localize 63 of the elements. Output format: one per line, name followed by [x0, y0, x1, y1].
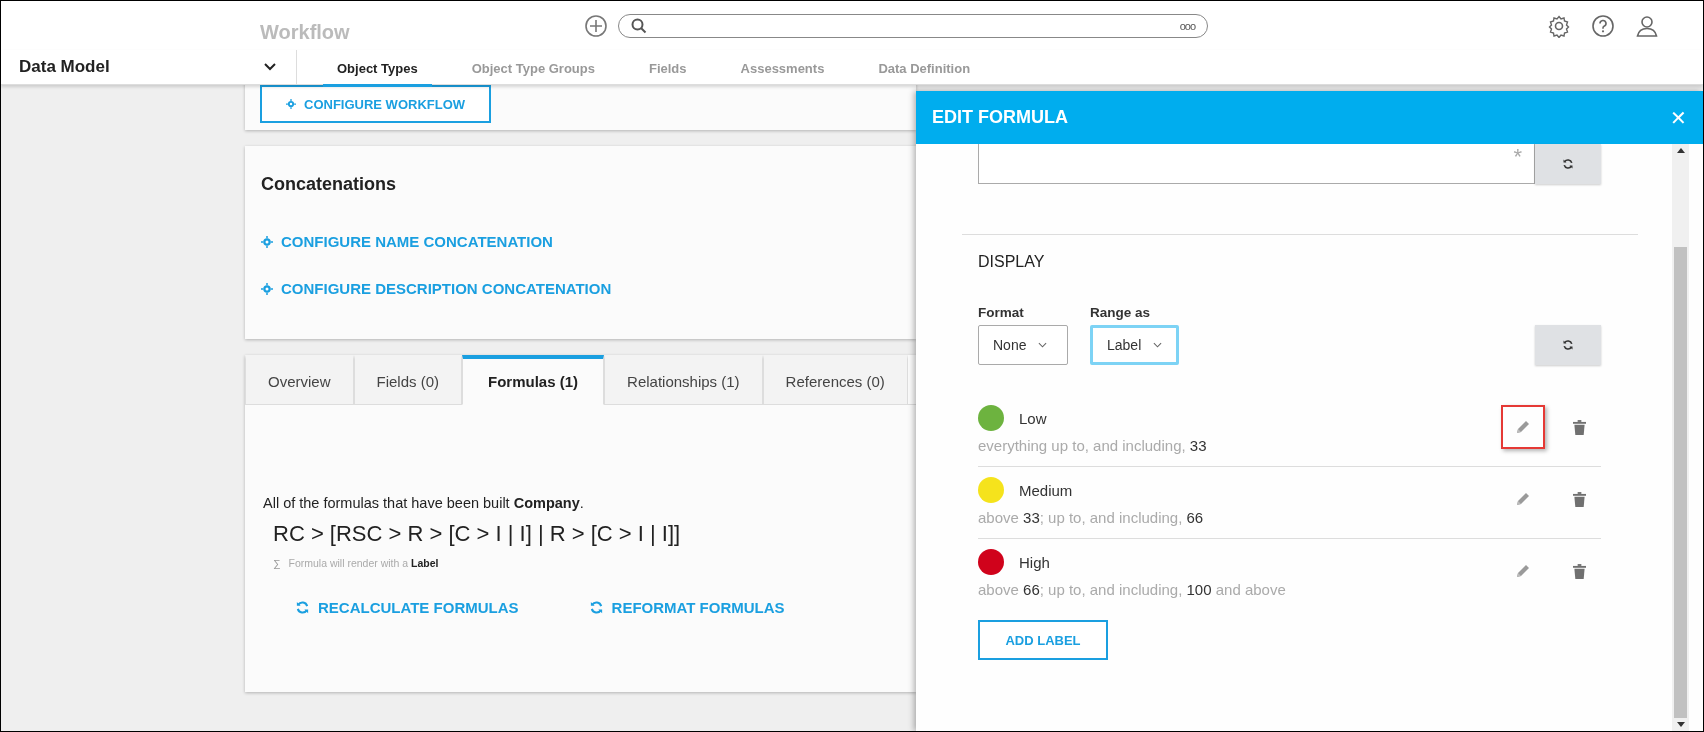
field-label: Range as	[1090, 305, 1152, 320]
refresh-icon	[1562, 158, 1574, 170]
chevron-icon[interactable]	[264, 63, 276, 71]
configure-link[interactable]: CONFIGURE NAME CONCATENATION	[261, 233, 553, 250]
search-icon	[631, 17, 647, 34]
edit-button[interactable]	[1501, 405, 1545, 449]
nav-tab[interactable]: Object Type Groups	[457, 50, 609, 87]
refresh-icon	[1562, 339, 1574, 351]
configure-link[interactable]: CONFIGURE DESCRIPTION CONCATENATION	[261, 280, 612, 297]
close-button[interactable]: ✕	[1664, 103, 1693, 132]
section-heading: DISPLAY	[978, 253, 1046, 271]
scroll-up-icon[interactable]	[1676, 148, 1685, 153]
detail-tab[interactable]: Formulas (1)	[462, 355, 605, 405]
range-description: above 33; up to, and including, 66	[978, 509, 1205, 526]
detail-tab[interactable]: Fields (0)	[353, 355, 463, 405]
label-name: High	[1019, 553, 1050, 571]
required-mark: *	[1513, 146, 1522, 171]
trash-icon	[1572, 563, 1586, 579]
nav-tab[interactable]: Assessments	[726, 50, 839, 87]
refresh-icon	[588, 600, 604, 615]
formulas-description: All of the formulas that have been built Company.	[263, 495, 585, 511]
render-hint: Formula will render with a Label	[288, 557, 439, 569]
range-description: everything up to, and including, 33	[978, 437, 1208, 454]
detail-tab[interactable]: References (0)	[762, 355, 908, 405]
formula-action-link[interactable]: RECALCULATE FORMULAS	[295, 599, 519, 616]
gear-icon	[261, 235, 273, 248]
detail-tab[interactable]: Overview	[245, 355, 354, 405]
formula-input-field[interactable]: *	[978, 144, 1535, 184]
settings-icon[interactable]	[1547, 13, 1571, 38]
format-select[interactable]: None	[978, 325, 1068, 365]
scrollbar[interactable]	[1672, 144, 1689, 731]
panel-title: EDIT FORMULA	[932, 107, 1068, 128]
label-name: Low	[1019, 409, 1047, 427]
more-options[interactable]: ooo	[1179, 19, 1195, 32]
section-title: Workflow	[260, 21, 350, 44]
chevron-icon	[1038, 342, 1048, 348]
gear-icon	[261, 282, 273, 295]
formula-action-link[interactable]: REFORMAT FORMULAS	[588, 599, 785, 616]
help-icon[interactable]	[1591, 13, 1615, 38]
pencil-icon	[1515, 419, 1531, 435]
gear-icon	[286, 99, 296, 109]
add-label-button[interactable]: ADD LABEL	[978, 620, 1108, 660]
user-icon[interactable]	[1635, 13, 1659, 38]
add-icon[interactable]	[584, 13, 608, 38]
nav-tab[interactable]: Fields	[634, 50, 701, 87]
page-title: Data Model	[19, 57, 110, 77]
trash-icon	[1572, 491, 1586, 507]
scroll-down-icon[interactable]	[1676, 722, 1685, 727]
field-label: Format	[978, 305, 1025, 320]
detail-tab[interactable]: Relationships (1)	[604, 355, 763, 405]
pencil-icon	[1515, 491, 1531, 507]
chevron-icon	[1153, 342, 1163, 348]
range-description: above 66; up to, and including, 100 and above	[978, 581, 1287, 598]
nav-tab[interactable]: Data Definition	[864, 50, 985, 87]
trash-icon	[1572, 419, 1586, 435]
label-name: Medium	[1019, 481, 1073, 499]
configure-workflow-button[interactable]: CONFIGURE WORKFLOW	[260, 85, 492, 123]
pencil-icon	[1515, 563, 1531, 579]
formula-expression: RC > [RSC > R > [C > I | I] | R > [C > I | I]]	[273, 521, 681, 547]
range-select[interactable]: Label	[1090, 325, 1180, 365]
refresh-icon	[295, 600, 310, 615]
card-title: Concatenations	[261, 174, 398, 195]
sigma-icon: ∑	[273, 557, 281, 569]
